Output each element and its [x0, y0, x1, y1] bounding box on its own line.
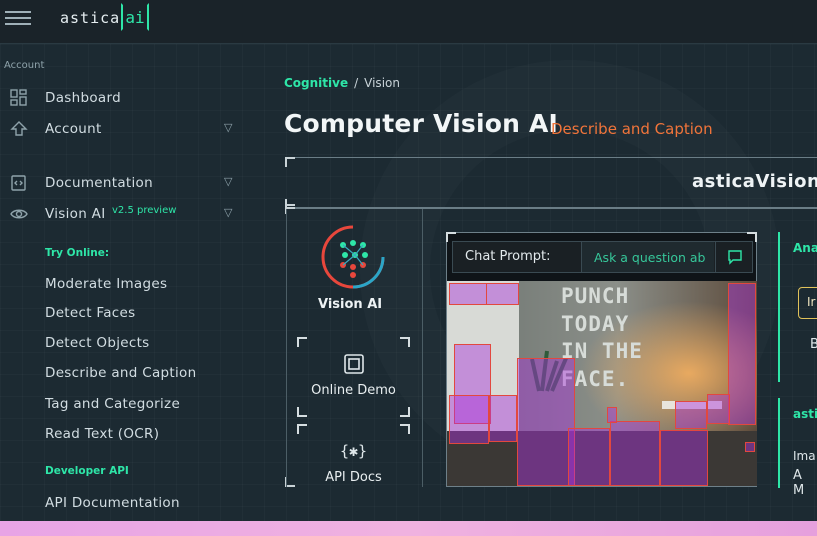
detection-box: [675, 401, 707, 429]
analysis-card-title: Ana: [793, 241, 817, 255]
developer-api-heading: Developer API: [45, 465, 129, 477]
chevron-down-icon[interactable]: ▽: [224, 121, 232, 134]
logo-ai-badge: ai: [121, 3, 149, 31]
image-frame-icon: [297, 353, 410, 380]
detection-box: [745, 442, 755, 452]
version-badge: v2.5 preview: [112, 205, 177, 216]
detection-box: [728, 283, 756, 425]
astica-card-line: A M: [793, 468, 805, 498]
sidebar-item-account[interactable]: Account ▽: [0, 117, 245, 143]
sidebar-item-label: Vision AI: [45, 206, 106, 222]
hamburger-menu-icon[interactable]: [5, 11, 31, 29]
upload-icon: [10, 120, 28, 138]
page-title: Computer Vision AI: [284, 109, 559, 138]
chat-prompt-input[interactable]: [581, 242, 714, 272]
sidebar-link-detect-faces[interactable]: Detect Faces: [45, 305, 135, 321]
detection-box: [449, 283, 487, 305]
sidebar-item-label: Dashboard: [45, 90, 121, 106]
chevron-down-icon[interactable]: ▽: [224, 206, 232, 219]
astica-card-title: asti: [793, 407, 817, 421]
detection-box: [449, 395, 489, 444]
eye-icon: [10, 205, 28, 223]
chat-prompt-bar: Chat Prompt:: [452, 241, 753, 273]
detection-box: [568, 428, 610, 486]
sidebar-item-dashboard[interactable]: Dashboard: [0, 86, 245, 112]
analysis-card-button[interactable]: Ir: [798, 287, 817, 319]
api-docs-button[interactable]: {✱} API Docs: [297, 424, 410, 487]
sidebar-link-detect-objects[interactable]: Detect Objects: [45, 335, 150, 351]
vision-ai-label: Vision AI: [318, 297, 383, 312]
chevron-down-icon[interactable]: ▽: [224, 175, 232, 188]
astica-card: asti Ima A M: [778, 398, 817, 498]
sidebar-link-read-text[interactable]: Read Text (OCR): [45, 426, 159, 442]
astica-card-line: Ima: [793, 449, 816, 463]
breadcrumb-current: Vision: [364, 76, 400, 90]
detection-box: [660, 430, 708, 486]
try-online-heading: Try Online:: [45, 247, 110, 259]
code-doc-icon: [10, 174, 28, 192]
bottom-gradient-strip: [0, 521, 817, 536]
online-demo-button[interactable]: Online Demo: [297, 337, 410, 417]
grid-icon: [10, 89, 28, 107]
sidebar-item-label: Documentation: [45, 175, 153, 191]
analysis-card-text: B: [810, 337, 817, 352]
panel-brand-title: asticaVision: [692, 171, 817, 192]
analysis-card: Ana Ir B: [778, 232, 817, 382]
api-docs-label: API Docs: [325, 470, 382, 485]
frame-corner: [285, 157, 295, 167]
top-bar: astica ai: [0, 0, 817, 44]
breadcrumb-separator: /: [354, 76, 359, 90]
code-braces-icon: {✱}: [339, 442, 368, 460]
page-subtitle: Describe and Caption: [551, 120, 713, 138]
breadcrumb-cognitive[interactable]: Cognitive: [284, 76, 348, 90]
sidebar-section-label: Account: [4, 60, 45, 71]
sidebar-link-api-documentation[interactable]: API Documentation: [45, 495, 180, 511]
chat-prompt-label: Chat Prompt:: [465, 249, 551, 264]
sidebar-item-documentation[interactable]: Documentation ▽: [0, 171, 245, 197]
detection-box: [607, 407, 617, 423]
detection-box: [707, 394, 730, 424]
sidebar-item-label: Account: [45, 121, 102, 137]
chat-send-icon[interactable]: [715, 242, 753, 272]
vision-ai-logo-icon: [321, 225, 385, 289]
sidebar-link-moderate-images[interactable]: Moderate Images: [45, 276, 167, 292]
detection-box: [489, 395, 517, 442]
online-demo-label: Online Demo: [311, 383, 396, 398]
detection-box: [610, 421, 660, 486]
sidebar-item-vision-ai[interactable]: Vision AI v2.5 preview ▽: [0, 202, 245, 228]
detection-box: [517, 358, 575, 486]
logo-text: astica: [60, 9, 121, 27]
breadcrumb: Cognitive / Vision: [284, 76, 400, 90]
sidebar: Account Dashboard Account ▽ Documentatio…: [0, 44, 250, 524]
sidebar-link-describe-caption[interactable]: Describe and Caption: [45, 365, 196, 381]
detection-box: [486, 283, 519, 305]
sidebar-link-tag-categorize[interactable]: Tag and Categorize: [45, 396, 180, 412]
